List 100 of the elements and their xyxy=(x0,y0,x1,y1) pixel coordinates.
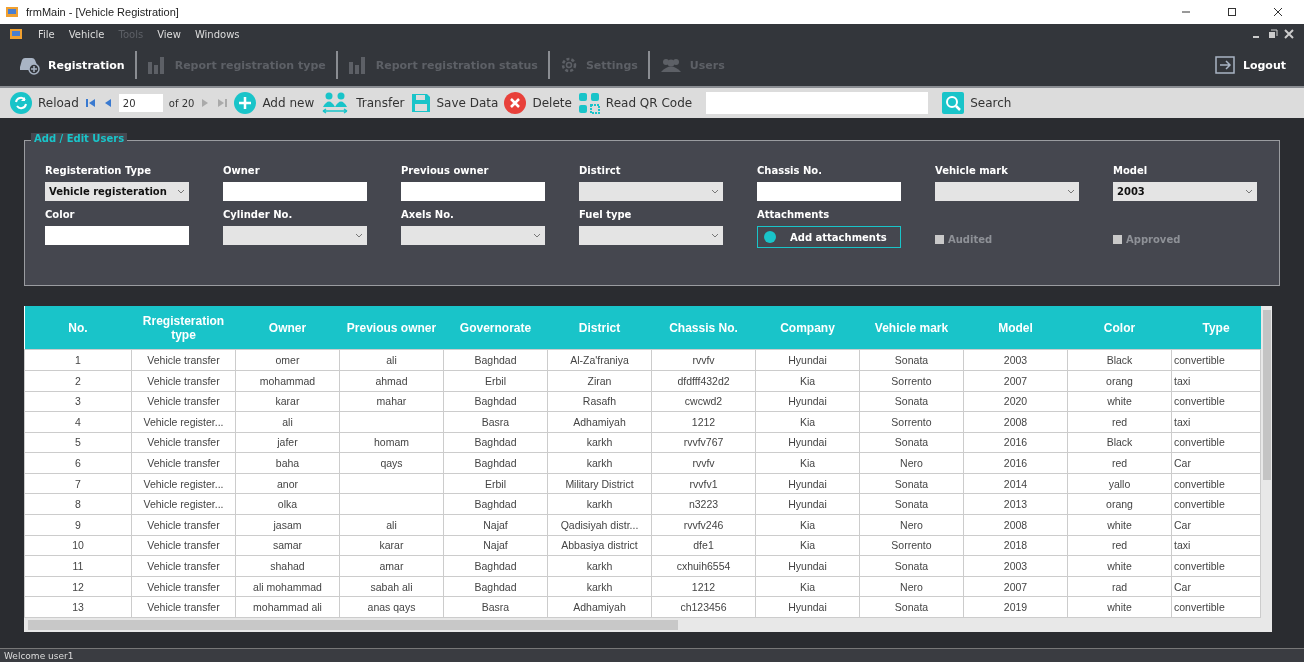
table-cell: Nero xyxy=(859,452,964,474)
column-header[interactable]: District xyxy=(547,306,652,350)
table-cell: Baghdad xyxy=(443,432,548,453)
table-cell: Vehicle transfer xyxy=(131,432,236,453)
table-cell: taxi xyxy=(1171,370,1261,392)
table-cell: ali xyxy=(339,514,444,536)
transfer-button[interactable]: Transfer xyxy=(320,92,405,114)
search-button[interactable]: Search xyxy=(942,92,1012,114)
field-label: Fuel type xyxy=(579,209,633,222)
field-label: Attachments xyxy=(757,209,831,222)
table-cell: Black xyxy=(1067,349,1172,371)
table-cell: Vehicle transfer xyxy=(131,370,236,392)
table-cell: Baghdad xyxy=(443,452,548,474)
text-field[interactable] xyxy=(223,182,367,201)
table-cell: yallo xyxy=(1067,473,1172,494)
plus-icon xyxy=(234,92,257,114)
nav-tab[interactable]: Registration xyxy=(8,51,135,79)
table-cell: 2007 xyxy=(963,576,1068,597)
search-field[interactable] xyxy=(706,92,929,114)
table-cell: Vehicle transfer xyxy=(131,596,236,618)
table-cell: Hyundai xyxy=(755,349,860,371)
table-cell: convertible xyxy=(1171,596,1261,618)
maximize-icon[interactable] xyxy=(1226,6,1238,18)
dropdown[interactable] xyxy=(579,226,723,245)
column-header[interactable]: Governorate xyxy=(443,306,548,350)
close-icon xyxy=(504,92,527,114)
save-button[interactable]: Save Data xyxy=(410,93,499,113)
dropdown[interactable] xyxy=(579,182,723,201)
table-cell: Kia xyxy=(755,452,860,474)
menu-item[interactable]: View xyxy=(157,28,181,40)
position-field[interactable]: 20 xyxy=(118,94,163,112)
column-header[interactable]: Color xyxy=(1067,306,1172,350)
reload-button[interactable]: Reload xyxy=(10,92,79,114)
menu-item[interactable]: File xyxy=(38,28,55,40)
table-cell: Kia xyxy=(755,370,860,392)
table-cell: omer xyxy=(235,349,340,371)
column-header[interactable]: Previous owner xyxy=(339,306,444,350)
column-header[interactable]: Model xyxy=(963,306,1068,350)
table-cell: Kia xyxy=(755,411,860,433)
text-field[interactable] xyxy=(757,182,901,201)
field-label: Vehicle mark xyxy=(935,165,1009,178)
column-header[interactable]: Rregisteration type xyxy=(131,306,236,350)
table-cell: red xyxy=(1067,411,1172,433)
vertical-scrollbar[interactable] xyxy=(1261,306,1272,618)
table-cell: karkh xyxy=(547,493,652,515)
table-cell: Nero xyxy=(859,514,964,536)
table-cell: Baghdad xyxy=(443,555,548,577)
table-cell: 12 xyxy=(24,576,132,597)
table-cell: 9 xyxy=(24,514,132,536)
table-cell: karar xyxy=(235,391,340,412)
table-cell: white xyxy=(1067,596,1172,618)
table-cell: Basra xyxy=(443,411,548,433)
horizontal-scrollbar[interactable] xyxy=(24,618,1272,632)
dropdown[interactable]: 2003 xyxy=(1113,182,1257,201)
table-cell: red xyxy=(1067,535,1172,556)
table-cell: 1212 xyxy=(651,576,756,597)
column-header[interactable]: Type xyxy=(1171,306,1261,350)
record-count: of 20 xyxy=(168,97,195,109)
dropdown[interactable] xyxy=(401,226,545,245)
qr-button[interactable]: Read QR Code xyxy=(577,92,693,114)
column-header[interactable]: Chassis No. xyxy=(651,306,756,350)
delete-button[interactable]: Delete xyxy=(504,92,572,114)
column-header[interactable]: Vehicle mark xyxy=(859,306,964,350)
field-label: Cylinder No. xyxy=(223,209,294,222)
table-cell: Kia xyxy=(755,576,860,597)
table-cell: 13 xyxy=(24,596,132,618)
dropdown[interactable] xyxy=(935,182,1079,201)
first-icon[interactable] xyxy=(84,97,97,109)
text-field[interactable] xyxy=(45,226,189,245)
menu-item[interactable]: Windows xyxy=(194,28,240,40)
table-cell: 2003 xyxy=(963,349,1068,371)
logout-button[interactable]: Logout xyxy=(1204,51,1296,79)
restore-icon[interactable] xyxy=(1268,29,1278,39)
gear-icon xyxy=(559,56,578,74)
text-field[interactable] xyxy=(401,182,545,201)
table-cell: 2018 xyxy=(963,535,1068,556)
last-icon[interactable] xyxy=(216,97,229,109)
table-cell: Sorrento xyxy=(859,370,964,392)
table-cell: orang xyxy=(1067,493,1172,515)
dropdown[interactable] xyxy=(223,226,367,245)
table-cell: 3 xyxy=(24,391,132,412)
column-header[interactable]: No. xyxy=(24,306,132,350)
table-cell: rvvfv xyxy=(651,452,756,474)
table-cell: cwcwd2 xyxy=(651,391,756,412)
dropdown[interactable]: Vehicle registeration xyxy=(45,182,189,201)
attach-button[interactable]: Add attachments xyxy=(757,226,901,248)
table-cell: Abbasiya district xyxy=(547,535,652,556)
table-cell: 2019 xyxy=(963,596,1068,618)
users-icon xyxy=(659,57,682,73)
table-cell: Najaf xyxy=(443,535,548,556)
table-cell: ali xyxy=(339,349,444,371)
close-icon[interactable] xyxy=(1272,6,1284,18)
column-header[interactable]: Owner xyxy=(235,306,340,350)
table-cell: Vehicle transfer xyxy=(131,514,236,536)
table-cell: 2014 xyxy=(963,473,1068,494)
table-cell: Ziran xyxy=(547,370,652,392)
table-cell: Vehicle transfer xyxy=(131,535,236,556)
menu-item[interactable]: Vehicle xyxy=(68,28,105,40)
column-header[interactable]: Company xyxy=(755,306,860,350)
add-button[interactable]: Add new xyxy=(234,92,315,114)
